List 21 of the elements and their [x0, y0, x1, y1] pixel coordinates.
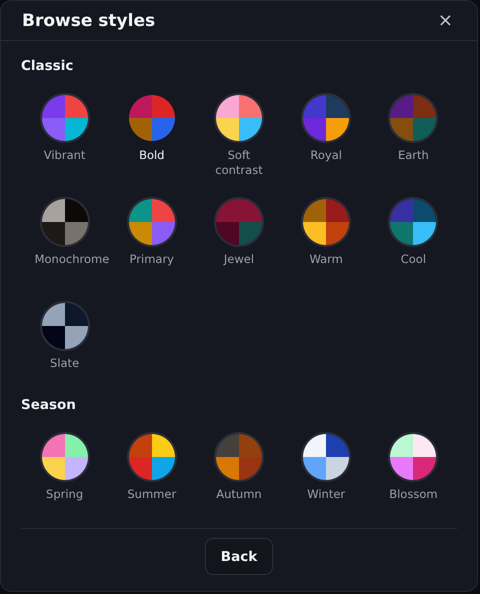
style-option[interactable]: Earth: [370, 93, 457, 189]
style-option[interactable]: Slate: [21, 301, 108, 383]
style-option[interactable]: Vibrant: [21, 93, 108, 189]
style-option[interactable]: Warm: [282, 197, 370, 279]
style-option[interactable]: Spring: [21, 432, 108, 514]
section-heading: Season: [21, 397, 77, 413]
close-button[interactable]: ×: [434, 10, 457, 31]
style-option[interactable]: Winter: [282, 432, 370, 514]
style-option[interactable]: Cool: [370, 197, 457, 279]
style-option[interactable]: Soft contrast: [195, 93, 283, 189]
section-heading: Classic: [21, 58, 74, 74]
dialog-title: Browse styles: [22, 10, 156, 30]
back-button[interactable]: Back: [205, 538, 273, 575]
style-option[interactable]: Blossom: [370, 432, 457, 514]
style-option[interactable]: Monochrome: [21, 197, 108, 293]
style-option[interactable]: Jewel: [195, 197, 283, 279]
style-option[interactable]: Summer: [108, 432, 196, 514]
style-option[interactable]: Bold: [108, 93, 196, 189]
style-option[interactable]: Autumn: [195, 432, 283, 514]
style-option[interactable]: Primary: [108, 197, 196, 279]
style-option[interactable]: Royal: [282, 93, 370, 189]
